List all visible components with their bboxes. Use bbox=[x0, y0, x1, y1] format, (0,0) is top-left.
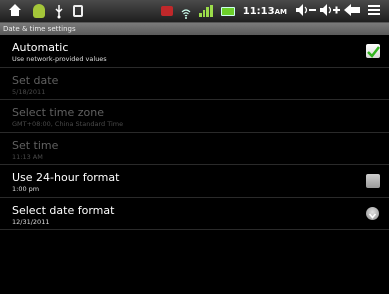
volume-down-button[interactable] bbox=[295, 3, 316, 19]
setting-title: Set time bbox=[12, 138, 59, 152]
battery-icon bbox=[220, 6, 235, 16]
settings-header: Date & time settings bbox=[0, 23, 389, 35]
setting-use-24-hour-format[interactable]: Use 24-hour format 1:00 pm bbox=[0, 165, 389, 198]
setting-title: Select time zone bbox=[12, 106, 105, 119]
setting-title: Set date bbox=[12, 73, 59, 87]
setting-title: Automatic bbox=[12, 41, 69, 54]
setting-select-time-zone: Select time zone GMT+08:00, China Standa… bbox=[0, 100, 389, 133]
home-icon[interactable] bbox=[8, 3, 24, 19]
setting-summary: 1:00 pm bbox=[12, 185, 40, 193]
clock: 11:13AM bbox=[243, 6, 287, 17]
setting-summary: Use network-provided values bbox=[12, 55, 107, 63]
setting-summary: 11:13 AM bbox=[12, 152, 43, 161]
setting-automatic[interactable]: Automatic Use network-provided values bbox=[0, 35, 389, 68]
setting-summary: 5/18/2011 bbox=[12, 87, 46, 96]
status-bar: 11:13AM bbox=[0, 0, 389, 23]
back-button[interactable] bbox=[343, 3, 360, 19]
android-apk-icon bbox=[33, 4, 45, 18]
setting-summary: GMT+08:00, China Standard Time bbox=[12, 120, 124, 128]
setting-title: Use 24-hour format bbox=[12, 171, 120, 184]
setting-set-date: Set date 5/18/2011 bbox=[0, 68, 389, 100]
clock-time: 11:13 bbox=[242, 5, 275, 17]
signal-bars-icon bbox=[198, 5, 213, 17]
wifi-icon bbox=[181, 5, 191, 19]
lock-icon bbox=[73, 5, 83, 17]
setting-title: Select date format bbox=[12, 203, 115, 217]
notification-icon bbox=[160, 6, 173, 16]
header-title: Date & time settings bbox=[3, 25, 76, 33]
use-24-hour-checkbox[interactable] bbox=[366, 174, 380, 188]
usb-icon bbox=[54, 4, 64, 19]
settings-list: Automatic Use network-provided values Se… bbox=[0, 35, 389, 230]
setting-summary: 12/31/2011 bbox=[12, 217, 50, 226]
setting-select-date-format[interactable]: Select date format 12/31/2011 bbox=[0, 198, 389, 230]
setting-set-time: Set time 11:13 AM bbox=[0, 133, 389, 165]
volume-up-button[interactable] bbox=[319, 3, 340, 19]
automatic-checkbox[interactable] bbox=[366, 44, 380, 58]
menu-button[interactable] bbox=[367, 3, 383, 19]
clock-ampm: AM bbox=[274, 7, 287, 16]
date-format-dropdown-icon[interactable] bbox=[366, 206, 379, 220]
